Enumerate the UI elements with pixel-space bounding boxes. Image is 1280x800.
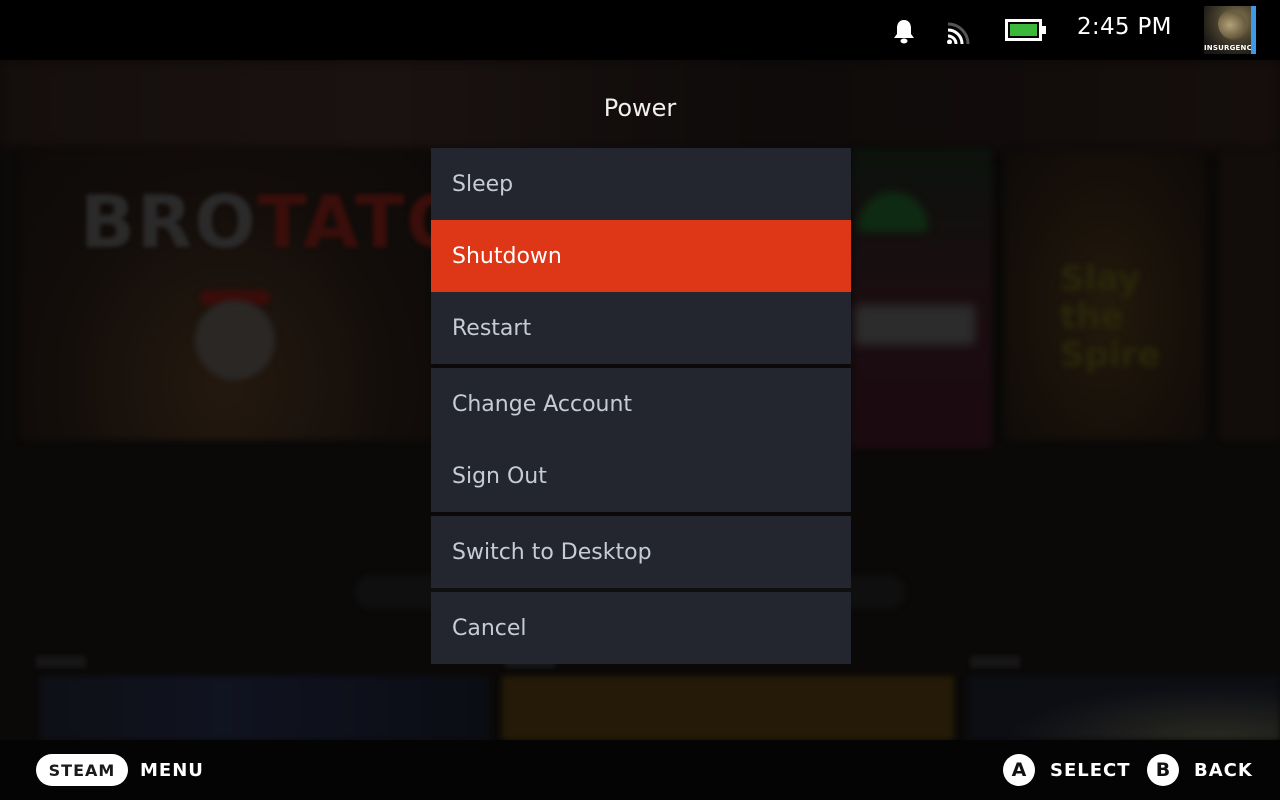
menu-item-shutdown[interactable]: Shutdown: [431, 220, 851, 292]
row-label: [36, 656, 86, 668]
avatar-label: INSURGENCY: [1204, 44, 1252, 52]
game-art: [855, 305, 975, 345]
row-label: [970, 656, 1020, 668]
steam-button[interactable]: STEAM: [36, 754, 128, 786]
dialog-title: Power: [603, 94, 677, 122]
game-tile: [1220, 150, 1280, 440]
menu-item-switch-to-desktop[interactable]: Switch to Desktop: [431, 516, 851, 588]
game-tile: [968, 676, 1280, 740]
avatar[interactable]: INSURGENCY: [1204, 6, 1252, 54]
select-label: SELECT: [1050, 760, 1131, 781]
game-art: [195, 300, 275, 380]
menu-group: Cancel: [431, 592, 851, 664]
back-label: BACK: [1194, 760, 1253, 781]
game-tile: [502, 676, 954, 740]
bell-icon[interactable]: [892, 18, 916, 44]
clock: 2:45 PM: [1077, 14, 1172, 40]
b-button-icon[interactable]: B: [1147, 754, 1179, 786]
battery-icon[interactable]: [1005, 19, 1047, 41]
menu-item-change-account[interactable]: Change Account: [431, 368, 851, 440]
game-tile: [852, 148, 992, 448]
footer-bar: STEAM MENU A SELECT B BACK: [0, 740, 1280, 800]
menu-item-sleep[interactable]: Sleep: [431, 148, 851, 220]
avatar-image: [1218, 10, 1248, 40]
menu-group: Sleep Shutdown Restart: [431, 148, 851, 364]
menu-group: Switch to Desktop: [431, 516, 851, 588]
game-logo-brotato: BROTATO: [80, 180, 470, 264]
power-menu: Sleep Shutdown Restart Change Account Sign O…: [431, 148, 851, 668]
avatar-status-indicator: [1251, 6, 1256, 54]
wifi-icon[interactable]: [946, 20, 972, 44]
a-button-icon[interactable]: A: [1003, 754, 1035, 786]
menu-group: Change Account Sign Out: [431, 368, 851, 512]
menu-item-cancel[interactable]: Cancel: [431, 592, 851, 664]
menu-label: MENU: [140, 760, 204, 781]
menu-item-restart[interactable]: Restart: [431, 292, 851, 364]
menu-item-sign-out[interactable]: Sign Out: [431, 440, 851, 512]
game-logo-slay-the-spire: Slay the Spire: [1060, 259, 1161, 375]
status-bar: 2:45 PM INSURGENCY: [0, 0, 1280, 60]
game-tile: [40, 676, 490, 740]
background-tile: [0, 150, 20, 440]
